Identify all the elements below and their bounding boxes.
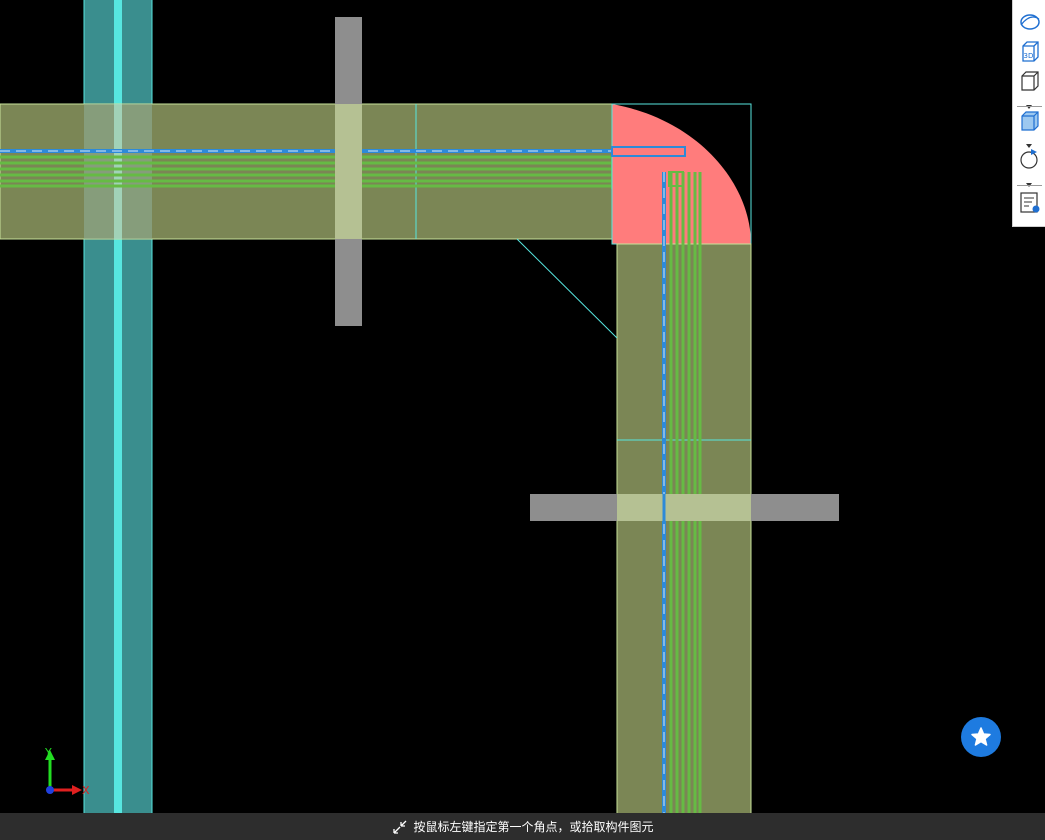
rotate-dropdown[interactable] xyxy=(1024,174,1034,187)
x-axis-arrowhead xyxy=(72,785,82,795)
gray-member-vertical-overlap xyxy=(335,104,362,239)
display-mode-dropdown[interactable] xyxy=(1024,135,1034,148)
rotate-icon xyxy=(1020,149,1038,169)
display-mode-button[interactable] xyxy=(1016,108,1043,134)
cube-shaded-icon xyxy=(1021,111,1039,131)
column-center-overlap xyxy=(114,104,122,239)
view-toolbar: 3D xyxy=(1012,0,1045,227)
star-icon xyxy=(971,727,991,746)
axis-indicator: Y X xyxy=(44,746,90,797)
view-direction-button[interactable] xyxy=(1016,68,1043,94)
3d-view-button[interactable]: 3D xyxy=(1016,38,1043,64)
view-direction-dropdown[interactable] xyxy=(1024,96,1034,109)
guide-diagonal xyxy=(516,238,618,339)
toolbar-divider xyxy=(1017,185,1042,186)
gray-member-horizontal-overlap xyxy=(617,494,751,521)
favorite-button[interactable] xyxy=(961,717,1001,757)
drawing-canvas[interactable] xyxy=(0,0,1045,840)
y-axis-label: Y xyxy=(44,746,52,759)
crosshair-corner-icon xyxy=(393,820,407,834)
axis-origin xyxy=(46,786,54,794)
rotate-button[interactable] xyxy=(1016,146,1043,172)
properties-view-button[interactable] xyxy=(1016,190,1043,216)
orbit-icon xyxy=(1020,14,1040,30)
orbit-view-button[interactable] xyxy=(1016,9,1043,35)
3d-badge: 3D xyxy=(1024,52,1034,60)
cube-outline-icon xyxy=(1021,71,1039,91)
toolbar-divider xyxy=(1017,106,1042,107)
x-axis-label: X xyxy=(82,784,90,797)
document-view-icon xyxy=(1020,192,1040,213)
status-prompt: 按鼠标左键指定第一个角点，或拾取构件图元 xyxy=(413,820,654,834)
status-bar: 按鼠标左键指定第一个角点，或拾取构件图元 xyxy=(0,813,1045,840)
cube-3d-icon: 3D xyxy=(1022,41,1039,62)
